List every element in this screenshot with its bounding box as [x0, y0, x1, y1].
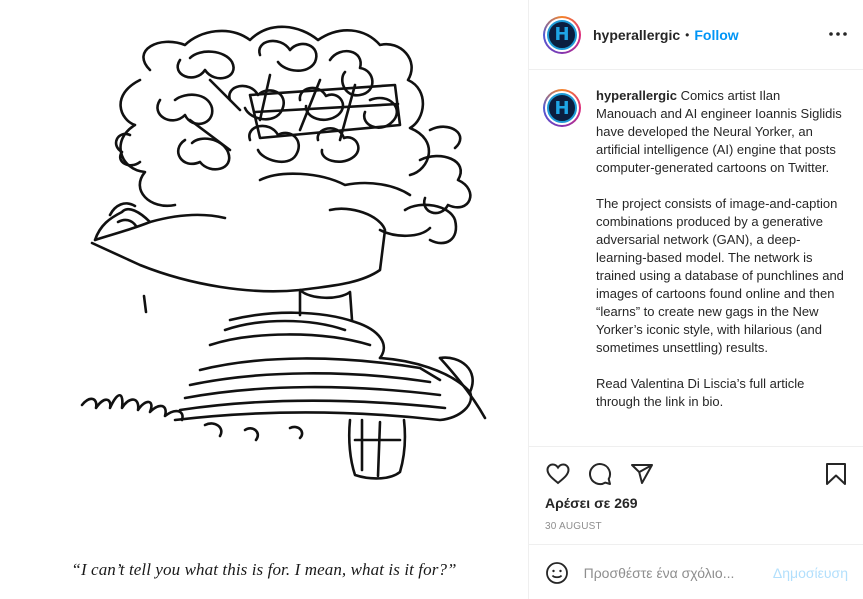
likes-count[interactable]: Αρέσει σε 269 — [545, 495, 638, 511]
post-side-panel: H hyperallergic • Follow H hyperallergic… — [528, 0, 863, 599]
post-date[interactable]: 30 AUGUST — [545, 521, 602, 532]
caption-paragraph: Read Valentina Di Liscia’s full article … — [596, 376, 805, 409]
bookmark-icon[interactable] — [823, 461, 849, 487]
avatar-letter: H — [547, 93, 577, 123]
post-header: H hyperallergic • Follow — [529, 0, 863, 70]
avatar-ring: H — [545, 17, 579, 52]
caption-avatar[interactable]: H — [543, 89, 581, 127]
speech-bubble-icon[interactable] — [587, 461, 613, 487]
caption-paragraph: The project consists of image-and-captio… — [596, 196, 844, 355]
avatar-ring: H — [545, 91, 579, 125]
paper-plane-icon[interactable] — [629, 461, 655, 487]
cartoon-caption: “I can’t tell you what this is for. I me… — [71, 560, 457, 579]
heart-icon[interactable] — [545, 461, 571, 487]
more-dots-icon[interactable] — [828, 24, 848, 44]
action-bar: Αρέσει σε 269 30 AUGUST Δημοσίευση — [529, 446, 863, 599]
cartoon-drawing — [80, 25, 487, 480]
post-caption: hyperallergic Comics artist Ilan Manouac… — [596, 87, 844, 446]
avatar-letter: H — [547, 19, 577, 50]
avatar[interactable]: H — [543, 15, 581, 54]
post-comment-button[interactable]: Δημοσίευση — [773, 565, 848, 581]
add-comment-bar: Δημοσίευση — [529, 544, 863, 599]
post-image[interactable]: “I can’t tell you what this is for. I me… — [0, 0, 528, 599]
comment-input[interactable] — [583, 564, 773, 581]
action-icons — [545, 461, 655, 487]
header-username[interactable]: hyperallergic — [593, 27, 680, 43]
follow-button[interactable]: Follow — [694, 27, 738, 43]
header-separator: • — [685, 27, 690, 42]
caption-username[interactable]: hyperallergic — [596, 88, 677, 103]
caption-section[interactable]: H hyperallergic Comics artist Ilan Manou… — [529, 71, 863, 446]
smiley-icon[interactable] — [545, 560, 570, 586]
